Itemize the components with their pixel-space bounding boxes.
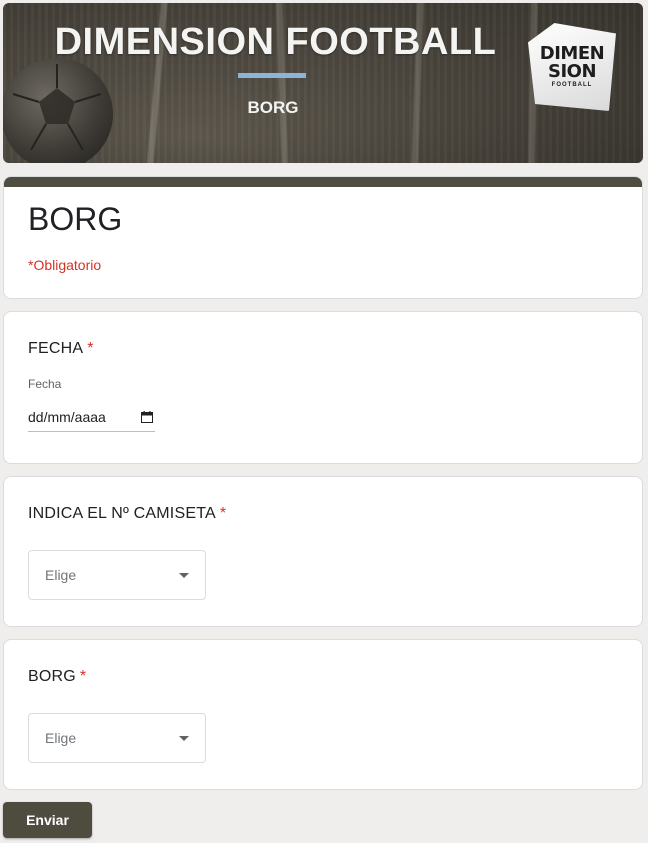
date-input[interactable]: dd/mm/aaaa	[28, 402, 155, 432]
submit-button[interactable]: Enviar	[3, 802, 92, 838]
question-card-borg: BORG * Elige	[3, 639, 643, 790]
dropdown-value: Elige	[45, 730, 77, 746]
borg-dropdown[interactable]: Elige	[28, 713, 206, 763]
header-banner: DIMENSION FOOTBALL BORG DIMEN SION FOOTB…	[3, 3, 643, 163]
question-title-fecha: FECHA *	[28, 340, 94, 358]
required-note: *Obligatorio	[28, 257, 102, 273]
question-title-borg: BORG *	[28, 668, 86, 686]
dropdown-arrow-icon	[179, 572, 189, 578]
title-card-accent-bar	[4, 177, 642, 187]
question-card-camiseta: INDICA EL Nº CAMISETA * Elige	[3, 476, 643, 627]
banner-title: DIMENSION FOOTBALL	[54, 21, 497, 63]
dimension-football-logo: DIMEN SION FOOTBALL	[528, 23, 616, 111]
date-field-label: Fecha	[28, 377, 62, 391]
question-title-camiseta: INDICA EL Nº CAMISETA *	[28, 505, 226, 523]
form-title-card: BORG *Obligatorio	[3, 176, 643, 299]
calendar-icon[interactable]	[141, 410, 153, 423]
question-title-text: INDICA EL Nº CAMISETA	[28, 505, 216, 522]
question-title-text: BORG	[28, 668, 76, 685]
logo-line-3: FOOTBALL	[551, 82, 593, 88]
form-page: DIMENSION FOOTBALL BORG DIMEN SION FOOTB…	[0, 0, 648, 843]
dropdown-arrow-icon	[179, 735, 189, 741]
camiseta-dropdown[interactable]: Elige	[28, 550, 206, 600]
date-placeholder: dd/mm/aaaa	[28, 408, 106, 425]
dropdown-value: Elige	[45, 567, 77, 583]
form-title: BORG	[28, 201, 123, 237]
question-card-fecha: FECHA * Fecha dd/mm/aaaa	[3, 311, 643, 464]
required-asterisk: *	[79, 668, 87, 685]
banner-subtitle: BORG	[247, 98, 299, 117]
required-asterisk: *	[87, 340, 94, 357]
banner-divider	[238, 73, 306, 78]
logo-line-2: SION	[547, 61, 597, 82]
question-title-text: FECHA	[28, 340, 84, 357]
required-asterisk: *	[219, 505, 227, 522]
